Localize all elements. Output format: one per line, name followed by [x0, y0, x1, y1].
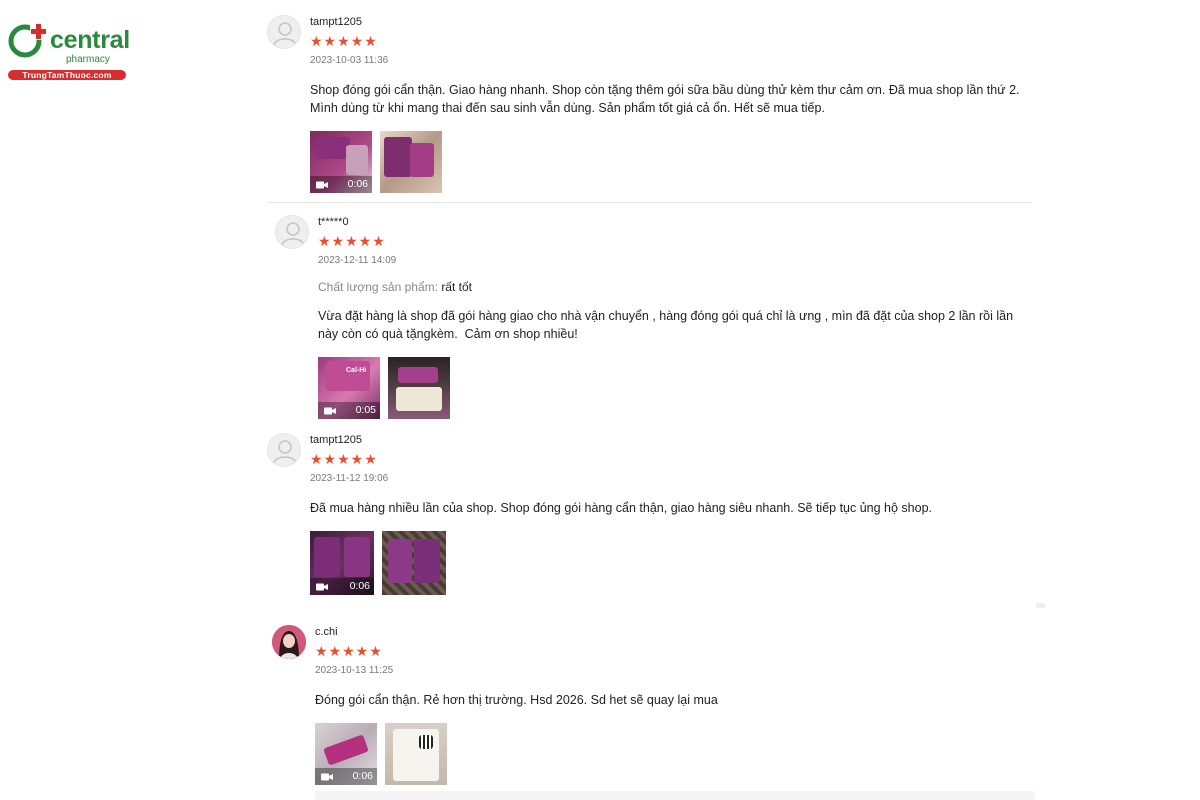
avatar[interactable]: [267, 15, 301, 49]
review-comment: Đã mua hàng nhiều lần của shop. Shop đón…: [310, 501, 933, 515]
product-box-image: [388, 539, 412, 583]
rating-stars: ★★★★★: [310, 451, 378, 467]
default-user-icon: [281, 222, 305, 246]
brand-name: central: [50, 26, 130, 54]
review-username[interactable]: tampt1205: [310, 433, 1030, 447]
review-date: 2023-11-12 19:06: [310, 473, 389, 484]
default-user-icon: [273, 440, 297, 464]
review-media: 0:06: [315, 723, 1035, 785]
video-duration: 0:06: [349, 580, 370, 592]
product-box-image: [414, 539, 440, 583]
video-camera-icon: [321, 773, 333, 781]
product-box-image: [346, 145, 368, 175]
product-box-image: [398, 367, 438, 383]
rating-stars: ★★★★★: [315, 643, 383, 659]
video-camera-icon: [324, 407, 336, 415]
review-date: 2023-10-03 11:36: [310, 55, 389, 66]
gift-card-image: [396, 387, 442, 411]
product-box-image: [326, 361, 370, 391]
review-comment: Đóng gói cẩn thận. Rẻ hơn thị trường. Hs…: [315, 693, 718, 707]
default-user-icon: [273, 22, 297, 46]
video-duration: 0:06: [352, 770, 373, 782]
product-attribute: Chất lượng sản phẩm: rất tốt: [318, 280, 1028, 295]
review-username[interactable]: c.chi: [315, 625, 1035, 639]
product-box-image: [314, 537, 340, 577]
review-username[interactable]: t*****0: [318, 215, 1028, 229]
review-media: 0:06: [310, 131, 1030, 193]
review-username[interactable]: tampt1205: [310, 15, 1030, 29]
review-video-thumbnail[interactable]: Cal-Hi 0:05: [318, 357, 380, 419]
video-duration: 0:06: [347, 178, 368, 190]
product-box-image: [316, 137, 350, 159]
attribute-label: Chất lượng sản phẩm:: [318, 280, 438, 294]
product-box-image: [323, 734, 369, 766]
review-photo-thumbnail[interactable]: [382, 531, 446, 595]
avatar[interactable]: [267, 433, 301, 467]
review-divider: [268, 202, 1032, 203]
video-camera-icon: [316, 181, 328, 189]
review-video-thumbnail[interactable]: 0:06: [315, 723, 377, 785]
review-video-thumbnail[interactable]: 0:06: [310, 131, 372, 193]
avatar[interactable]: [275, 215, 309, 249]
video-camera-icon: [316, 583, 328, 591]
review-date: 2023-12-11 14:09: [318, 255, 397, 266]
central-pharmacy-logo[interactable]: central pharmacy TrungTamThuoc.com: [6, 20, 130, 84]
attribute-value: rất tốt: [441, 280, 472, 294]
review-comment: Shop đóng gói cẩn thận. Giao hàng nhanh.…: [310, 83, 1020, 115]
review-photo-thumbnail[interactable]: [385, 723, 447, 785]
product-box-image: [344, 537, 370, 577]
review-photo-thumbnail[interactable]: [380, 131, 442, 193]
scroll-indicator: [1036, 603, 1045, 608]
next-review-edge: [315, 791, 1035, 800]
brand-tagline: pharmacy: [66, 54, 110, 65]
rating-stars: ★★★★★: [318, 233, 386, 249]
brand-site: TrungTamThuoc.com: [8, 70, 126, 80]
review-media: 0:06: [310, 531, 1030, 595]
video-duration: 0:05: [355, 404, 376, 416]
review-date: 2023-10-13 11:25: [315, 665, 394, 676]
pharmacy-cross-logo-icon: [8, 22, 48, 58]
qr-code-image: [419, 735, 433, 749]
review-video-thumbnail[interactable]: 0:06: [310, 531, 374, 595]
review-media: Cal-Hi 0:05: [318, 357, 1028, 419]
product-label-text: Cal-Hi: [346, 367, 367, 374]
avatar[interactable]: [272, 625, 306, 659]
product-box-image: [384, 137, 412, 177]
user-photo-icon: [272, 625, 306, 659]
review-comment: Vừa đặt hàng là shop đã gói hàng giao ch…: [318, 309, 1017, 341]
product-box-image: [410, 143, 434, 177]
review-photo-thumbnail[interactable]: [388, 357, 450, 419]
rating-stars: ★★★★★: [310, 33, 378, 49]
